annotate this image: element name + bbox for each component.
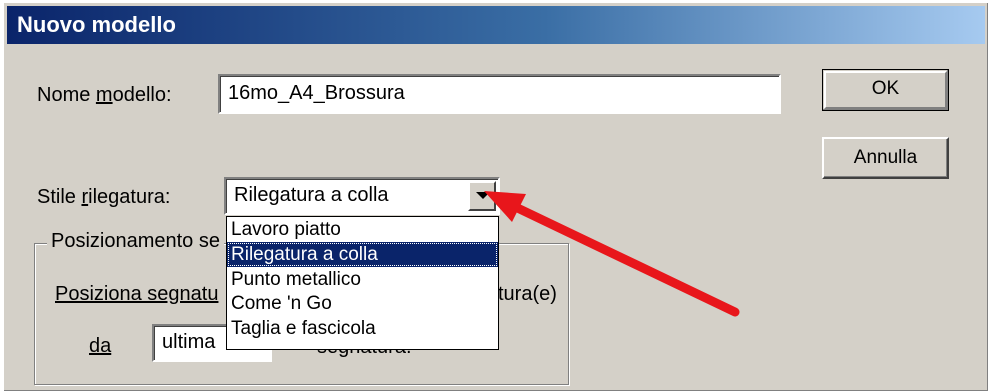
arrow-shaft [500,197,740,317]
arrow-head [484,191,526,222]
red-arrow-annotation [484,191,740,317]
